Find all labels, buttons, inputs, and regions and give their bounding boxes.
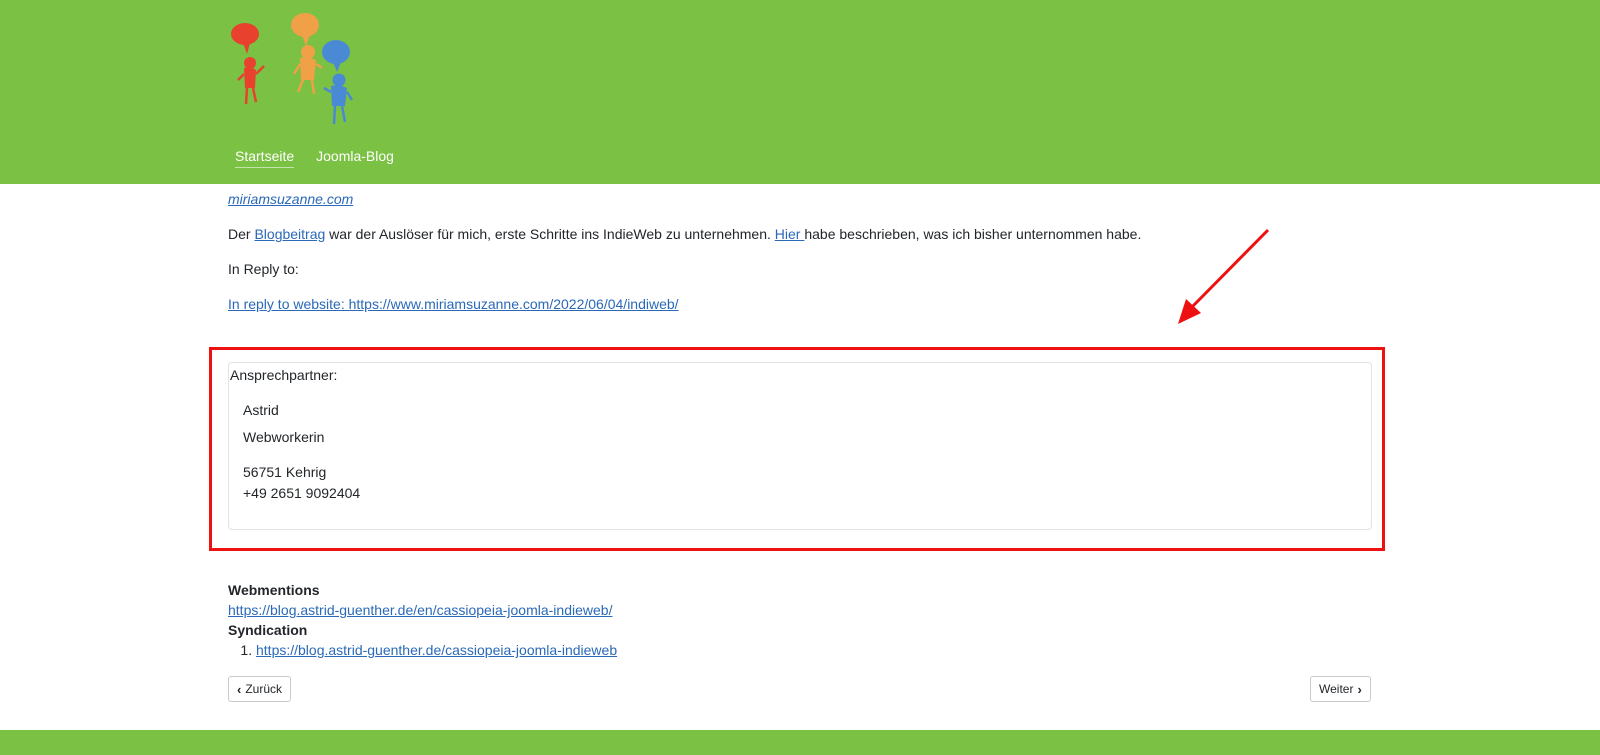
speech-bubble-people-logo[interactable] <box>228 8 368 130</box>
hier-link[interactable]: Hier <box>775 226 805 242</box>
source-line: miriamsuzanne.com <box>228 189 353 209</box>
contact-name: Astrid <box>243 402 279 418</box>
paragraph-prefix: Der <box>228 226 255 242</box>
contact-legend: Ansprechpartner: <box>230 367 338 383</box>
paragraph-middle: war der Auslöser für mich, erste Schritt… <box>325 226 775 242</box>
syndication-heading: Syndication <box>228 622 308 638</box>
next-label: Weiter <box>1319 682 1354 696</box>
webmentions-section: Webmentions https://blog.astrid-guenther… <box>228 580 1372 660</box>
contact-city: 56751 Kehrig <box>243 464 327 480</box>
reply-line: In reply to website: https://www.miriams… <box>228 294 679 314</box>
reply-website-link[interactable]: In reply to website: https://www.miriams… <box>228 296 679 312</box>
previous-label: Zurück <box>245 682 283 696</box>
annotation-arrow <box>1178 228 1270 324</box>
blogbeitrag-link[interactable]: Blogbeitrag <box>254 226 325 242</box>
contact-phone: +49 2651 9092404 <box>243 485 361 501</box>
main-nav: Startseite Joomla-Blog <box>235 148 394 168</box>
webmention-link[interactable]: https://blog.astrid-guenther.de/en/cassi… <box>228 602 612 618</box>
nav-item-joomla-blog[interactable]: Joomla-Blog <box>316 148 394 168</box>
webmention-line: https://blog.astrid-guenther.de/en/cassi… <box>228 600 1372 620</box>
syndication-list: https://blog.astrid-guenther.de/cassiope… <box>228 640 1372 660</box>
contact-card: Ansprechpartner: Astrid Webworkerin 5675… <box>228 362 1372 530</box>
article-paragraph: Der Blogbeitrag war der Auslöser für mic… <box>228 224 1141 244</box>
nav-item-startseite[interactable]: Startseite <box>235 148 295 168</box>
next-button[interactable]: Weiter › <box>1310 676 1371 702</box>
site-footer <box>0 730 1600 755</box>
syndication-link[interactable]: https://blog.astrid-guenther.de/cassiope… <box>256 642 617 658</box>
reply-label: In Reply to: <box>228 261 299 277</box>
chevron-left-icon: ‹ <box>237 681 242 697</box>
webmentions-heading: Webmentions <box>228 582 320 598</box>
list-item: https://blog.astrid-guenther.de/cassiope… <box>256 640 1372 660</box>
previous-button[interactable]: ‹ Zurück <box>228 676 292 702</box>
source-link[interactable]: miriamsuzanne.com <box>228 191 353 207</box>
contact-position: Webworkerin <box>243 429 325 445</box>
site-header: Startseite Joomla-Blog <box>0 0 1600 184</box>
chevron-right-icon: › <box>1357 681 1362 697</box>
paragraph-suffix: habe beschrieben, was ich bisher unterno… <box>804 226 1142 242</box>
